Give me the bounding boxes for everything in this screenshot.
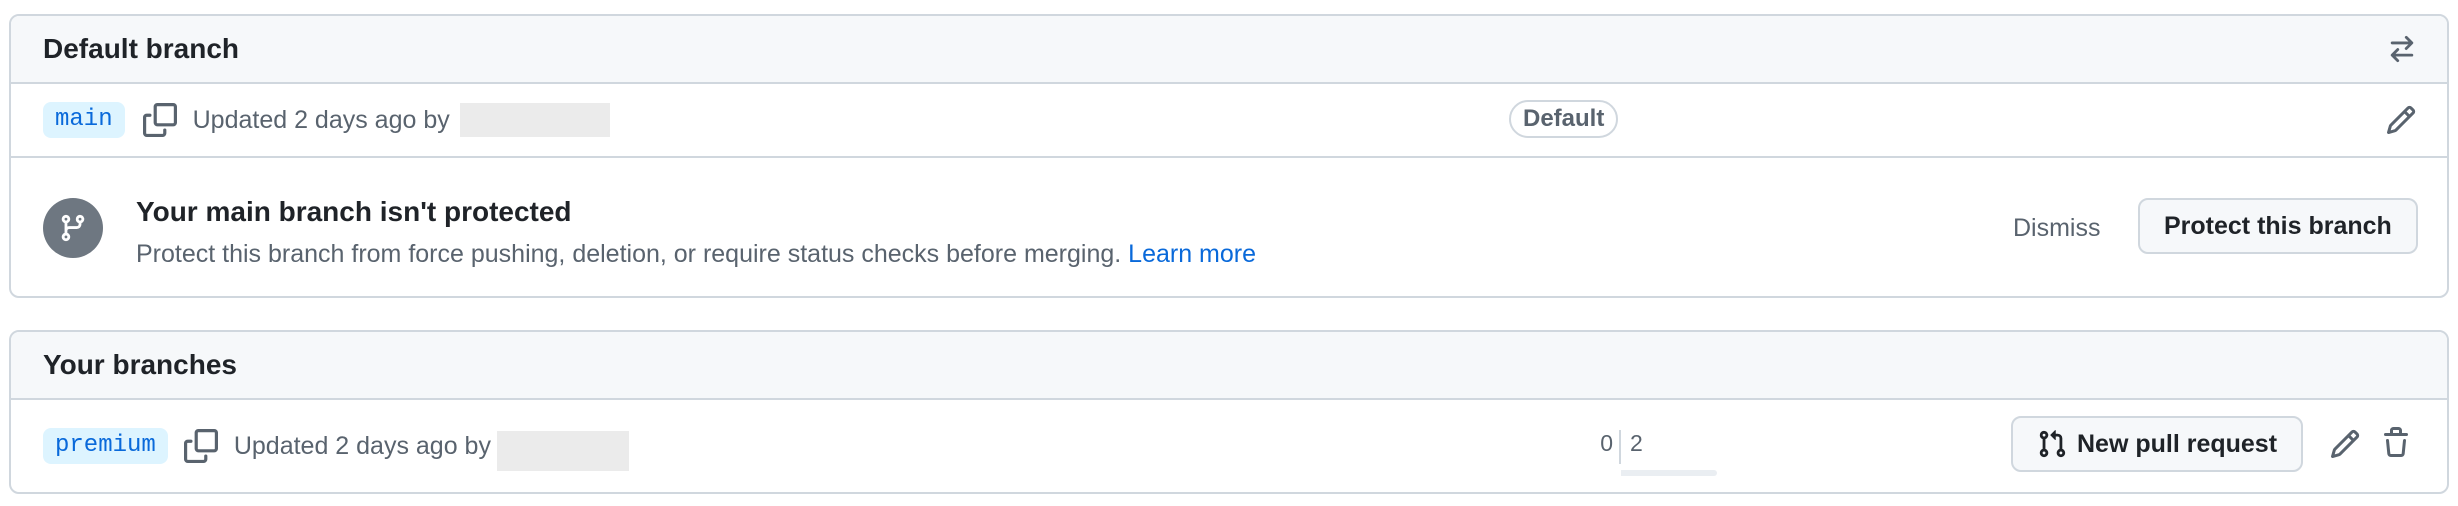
default-branch-header: Default branch <box>11 16 2447 84</box>
ahead-count: 2 <box>1630 430 1643 456</box>
updated-text: Updated 2 days ago by <box>233 431 491 460</box>
branch-name-link[interactable]: main <box>43 102 125 138</box>
your-branches-header: Your branches <box>11 332 2447 400</box>
default-badge: Default <box>1509 100 1619 138</box>
rename-branch-pencil-icon[interactable] <box>2385 104 2417 136</box>
copy-icon[interactable] <box>183 429 218 463</box>
behind-count: 0 <box>1600 430 1613 456</box>
branch-row: premium Updated 2 days ago by 0 2 New pu… <box>11 400 2447 492</box>
protection-alert: Your main branch isn't protected Protect… <box>11 158 2447 296</box>
alert-description-text: Protect this branch from force pushing, … <box>136 240 1122 268</box>
dismiss-button[interactable]: Dismiss <box>2013 214 2101 243</box>
your-branches-title: Your branches <box>43 349 237 380</box>
default-branch-row: main Updated 2 days ago by Default <box>11 84 2447 158</box>
default-branch-box: Default branch main Updated 2 days ago b… <box>9 14 2449 298</box>
alert-title: Your main branch isn't protected <box>136 196 572 227</box>
branch-name-link[interactable]: premium <box>43 428 168 464</box>
learn-more-link[interactable]: Learn more <box>1128 240 1256 268</box>
new-pull-request-label: New pull request <box>2077 429 2278 458</box>
redacted-author <box>459 103 610 137</box>
protect-branch-button[interactable]: Protect this branch <box>2138 198 2418 254</box>
git-pull-request-icon <box>2037 429 2067 459</box>
ahead-behind-indicator: 0 2 <box>1539 430 1719 476</box>
copy-icon[interactable] <box>142 103 177 137</box>
ahead-bar <box>1621 470 1717 476</box>
trash-icon[interactable] <box>2380 427 2412 459</box>
git-branch-icon <box>43 198 103 258</box>
branches-page: Default branch main Updated 2 days ago b… <box>0 0 2458 506</box>
alert-description: Protect this branch from force pushing, … <box>136 240 1256 269</box>
your-branches-box: Your branches premium Updated 2 days ago… <box>9 330 2449 494</box>
updated-text: Updated 2 days ago by <box>192 105 450 134</box>
switch-default-branch-icon[interactable] <box>2387 34 2417 64</box>
default-branch-title: Default branch <box>43 33 240 64</box>
ahead-behind-divider <box>1619 430 1621 464</box>
new-pull-request-button[interactable]: New pull request <box>2011 416 2304 472</box>
pencil-icon[interactable] <box>2329 428 2361 460</box>
redacted-author <box>496 431 629 471</box>
